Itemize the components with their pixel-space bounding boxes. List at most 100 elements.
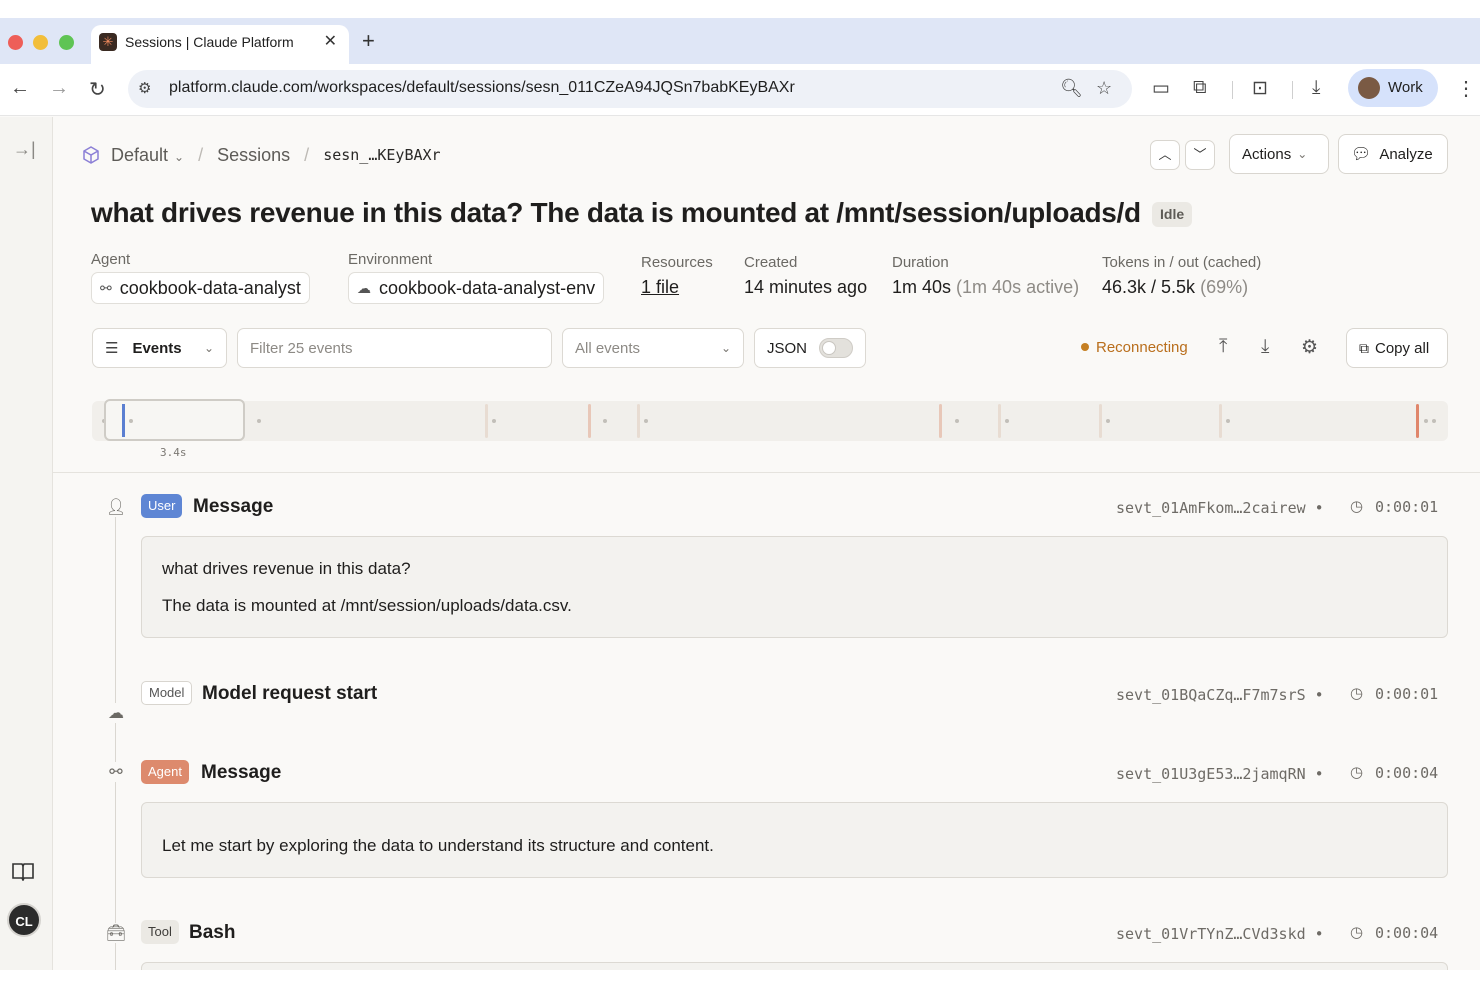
extensions-puzzle-icon[interactable]: ⧉ (1193, 77, 1207, 99)
user-avatar[interactable]: CL (7, 903, 41, 937)
timeline-marker[interactable] (1416, 404, 1419, 438)
copy-all-label: Copy all (1375, 339, 1430, 357)
claude-favicon-icon: ✳ (99, 33, 117, 51)
timeline-marker[interactable] (1219, 404, 1222, 438)
event-badge-user: User (141, 494, 183, 518)
profile-button[interactable]: Work (1348, 69, 1438, 107)
maximize-window-button[interactable] (59, 35, 74, 50)
duration-value: 1m 40s (1m 40s active) (892, 277, 1079, 298)
breadcrumb-sessions-link[interactable]: Sessions (217, 145, 290, 166)
browser-window: ✳ Sessions | Claude Platform ✕ + ← → ↻ ⚙… (0, 18, 1480, 970)
json-toggle[interactable]: JSON (754, 328, 866, 368)
tab-close-icon[interactable]: ✕ (324, 31, 337, 51)
copy-all-button[interactable]: ⧉ Copy all (1346, 328, 1448, 368)
new-tab-button[interactable]: + (362, 28, 375, 54)
duration-active: (1m 40s active) (956, 277, 1080, 297)
event-title: Message (201, 762, 282, 783)
breadcrumb-separator: / (304, 144, 310, 165)
timeline-marker[interactable] (1099, 404, 1102, 438)
bookmark-star-icon[interactable]: ☆ (1096, 78, 1112, 99)
zoom-icon[interactable]: 🔍︎ (1060, 78, 1083, 99)
event-id[interactable]: sevt_01U3gE53…2jamqRN • (1116, 765, 1324, 783)
timeline-marker[interactable] (637, 404, 640, 438)
agent-link[interactable]: ⚯ cookbook-data-analyst (91, 272, 310, 304)
app: →| CL Default ⌄ / Sessions / sesn_…KEyBAX… (0, 117, 1480, 970)
view-select[interactable]: ☰ Events ⌄ (92, 328, 227, 368)
workspace-name: Default (111, 144, 169, 165)
event-id-text: sevt_01U3gE53…2jamqRN (1116, 765, 1306, 783)
back-arrow-icon[interactable]: ← (10, 77, 30, 100)
agent-label: Agent (91, 251, 131, 268)
analyze-button[interactable]: 💬︎ Analyze (1338, 134, 1448, 174)
status-badge: Idle (1152, 202, 1193, 227)
environment-link[interactable]: ☁ cookbook-data-analyst-env (348, 272, 605, 304)
event-title: Message (193, 496, 274, 517)
site-settings-icon[interactable]: ⚙ (138, 79, 151, 97)
previous-session-button[interactable]: ︿ (1150, 140, 1180, 170)
event-title: Bash (189, 922, 236, 943)
copy-icon: ⧉ (1359, 339, 1369, 356)
actions-button[interactable]: Actions ⌄ (1229, 134, 1329, 174)
workspace-selector[interactable]: Default ⌄ (111, 145, 184, 166)
filter-placeholder: Filter 25 events (250, 339, 353, 357)
scroll-to-bottom-icon[interactable]: ⤓ (1261, 336, 1269, 358)
cast-icon[interactable]: ▭ (1152, 77, 1170, 100)
tab-title: Sessions | Claude Platform (125, 34, 294, 50)
cloud-icon: ☁ (106, 703, 126, 723)
duration-total: 1m 40s (892, 277, 952, 297)
agent-icon: ⚯ (106, 762, 126, 782)
close-window-button[interactable] (8, 35, 23, 50)
next-session-button[interactable]: ﹀ (1185, 140, 1215, 170)
event-id[interactable]: sevt_01VrTYnZ…CVd3skd • (1116, 925, 1324, 943)
event-id[interactable]: sevt_01BQaCZq…F7m7srS • (1116, 686, 1324, 704)
clock-icon: ◷ (1350, 764, 1364, 781)
timeline-marker[interactable] (939, 404, 942, 438)
timeline-dot (129, 419, 133, 423)
chevron-down-icon: ⌄ (720, 341, 731, 355)
filter-events-input[interactable]: Filter 25 events (237, 328, 552, 368)
timeline-dot (1432, 419, 1436, 423)
event-id[interactable]: sevt_01AmFkom…2cairew • (1116, 499, 1324, 517)
message-line: what drives revenue in this data? (162, 559, 411, 578)
event-timeline[interactable] (92, 399, 1448, 441)
minimize-window-button[interactable] (33, 35, 48, 50)
scroll-to-top-icon[interactable]: ⤒ (1219, 336, 1227, 358)
settings-gear-icon[interactable]: ⚙ (1301, 336, 1318, 359)
reload-icon[interactable]: ↻ (89, 77, 106, 102)
event-type-select[interactable]: All events ⌄ (562, 328, 744, 368)
event-time: 0:00:01 (1375, 685, 1439, 703)
chevron-down-icon: ⌄ (174, 149, 185, 164)
timeline-marker[interactable] (588, 404, 591, 438)
forward-arrow-icon[interactable]: → (49, 77, 69, 100)
event-time: 0:00:04 (1375, 924, 1439, 942)
event-badge-agent: Agent (141, 760, 189, 784)
agent-name: cookbook-data-analyst (119, 277, 301, 298)
environment-label: Environment (348, 251, 433, 268)
url-text[interactable]: platform.claude.com/workspaces/default/s… (169, 79, 795, 97)
resources-link[interactable]: 1 file (641, 277, 679, 298)
address-bar[interactable]: ⚙ platform.claude.com/workspaces/default… (128, 70, 1132, 108)
duration-label: Duration (892, 254, 949, 271)
expand-sidebar-icon[interactable]: →| (13, 139, 36, 160)
json-switch[interactable] (819, 338, 853, 358)
resources-label: Resources (641, 254, 713, 271)
tab-search-icon[interactable]: ⊡ (1252, 77, 1268, 100)
timeline-dot (1226, 419, 1230, 423)
switch-knob (822, 341, 837, 355)
browser-tab[interactable]: ✳ Sessions | Claude Platform ✕ (91, 25, 349, 64)
chevron-down-icon: ﹀ (1193, 147, 1207, 162)
browser-menu-icon[interactable]: ⋮ (1456, 76, 1476, 101)
timeline-viewport-handle[interactable] (104, 399, 245, 441)
download-icon[interactable]: ⤓ (1312, 77, 1320, 99)
clock-icon: ◷ (1350, 498, 1364, 515)
event-connector-line (115, 517, 116, 970)
docs-book-icon[interactable] (11, 861, 35, 881)
tokens-cached: (69%) (1200, 277, 1249, 297)
timeline-dot (1005, 419, 1009, 423)
timeline-dot (1424, 419, 1428, 423)
timeline-marker[interactable] (998, 404, 1001, 438)
timeline-marker[interactable] (485, 404, 488, 438)
event-time: 0:00:04 (1375, 764, 1439, 782)
message-line: Let me start by exploring the data to un… (162, 836, 714, 855)
tokens-label: Tokens in / out (cached) (1102, 254, 1262, 271)
